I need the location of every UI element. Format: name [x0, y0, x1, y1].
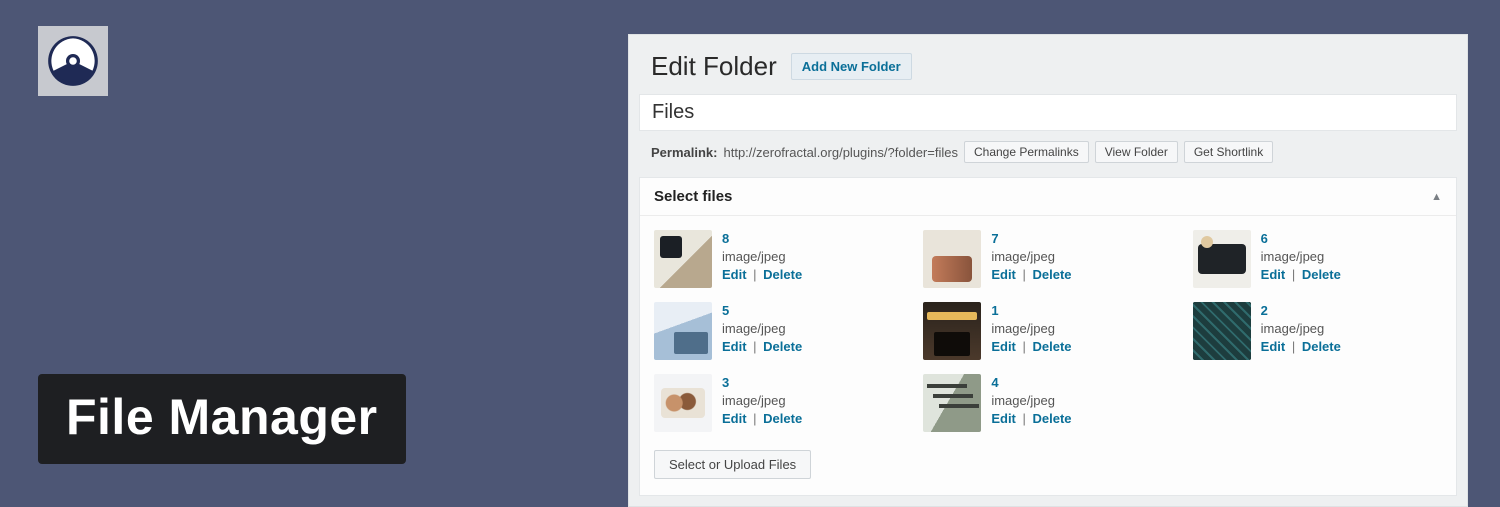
files-grid: 8image/jpegEdit | Delete7image/jpegEdit …	[640, 216, 1456, 440]
file-edit-link[interactable]: Edit	[991, 267, 1016, 282]
permalink-row: Permalink: http://zerofractal.org/plugin…	[629, 131, 1467, 177]
file-type: image/jpeg	[991, 320, 1071, 338]
file-meta: 6image/jpegEdit | Delete	[1261, 230, 1341, 285]
file-edit-link[interactable]: Edit	[1261, 267, 1286, 282]
file-thumbnail[interactable]	[654, 230, 712, 288]
file-type: image/jpeg	[991, 392, 1071, 410]
view-folder-button[interactable]: View Folder	[1095, 141, 1178, 163]
metabox-header[interactable]: Select files ▲	[640, 178, 1456, 216]
metabox-title: Select files	[654, 188, 732, 205]
file-name[interactable]: 8	[722, 230, 802, 248]
file-item: 7image/jpegEdit | Delete	[923, 230, 1172, 288]
file-delete-link[interactable]: Delete	[1302, 339, 1341, 354]
metabox-toggle-icon[interactable]: ▲	[1431, 191, 1442, 203]
file-name[interactable]: 2	[1261, 302, 1341, 320]
file-thumbnail[interactable]	[654, 374, 712, 432]
file-ops: Edit | Delete	[722, 338, 802, 356]
get-shortlink-button[interactable]: Get Shortlink	[1184, 141, 1273, 163]
file-item: 1image/jpegEdit | Delete	[923, 302, 1172, 360]
file-ops: Edit | Delete	[991, 410, 1071, 428]
file-type: image/jpeg	[722, 320, 802, 338]
select-files-metabox: Select files ▲ 8image/jpegEdit | Delete7…	[639, 177, 1457, 496]
ops-separator: |	[750, 339, 761, 354]
logo-icon	[46, 34, 100, 88]
file-item: 2image/jpegEdit | Delete	[1193, 302, 1442, 360]
file-item: 3image/jpegEdit | Delete	[654, 374, 903, 432]
file-meta: 1image/jpegEdit | Delete	[991, 302, 1071, 357]
permalink-url: http://zerofractal.org/plugins/?folder=f…	[723, 145, 958, 160]
file-meta: 2image/jpegEdit | Delete	[1261, 302, 1341, 357]
add-new-folder-button[interactable]: Add New Folder	[791, 53, 912, 80]
plugin-logo	[38, 26, 108, 96]
file-name[interactable]: 6	[1261, 230, 1341, 248]
page-title: File Manager	[38, 374, 406, 464]
ops-separator: |	[750, 411, 761, 426]
file-type: image/jpeg	[722, 248, 802, 266]
file-meta: 3image/jpegEdit | Delete	[722, 374, 802, 429]
file-type: image/jpeg	[991, 248, 1071, 266]
file-edit-link[interactable]: Edit	[991, 339, 1016, 354]
file-thumbnail[interactable]	[654, 302, 712, 360]
file-meta: 5image/jpegEdit | Delete	[722, 302, 802, 357]
file-type: image/jpeg	[1261, 320, 1341, 338]
ops-separator: |	[750, 267, 761, 282]
file-meta: 8image/jpegEdit | Delete	[722, 230, 802, 285]
file-edit-link[interactable]: Edit	[991, 411, 1016, 426]
ops-separator: |	[1288, 267, 1299, 282]
file-name[interactable]: 1	[991, 302, 1071, 320]
ops-separator: |	[1019, 267, 1030, 282]
file-item: 5image/jpegEdit | Delete	[654, 302, 903, 360]
panel-header: Edit Folder Add New Folder	[629, 35, 1467, 94]
file-name[interactable]: 5	[722, 302, 802, 320]
ops-separator: |	[1019, 339, 1030, 354]
file-edit-link[interactable]: Edit	[722, 411, 747, 426]
file-delete-link[interactable]: Delete	[1302, 267, 1341, 282]
file-thumbnail[interactable]	[923, 302, 981, 360]
file-thumbnail[interactable]	[1193, 302, 1251, 360]
panel-heading: Edit Folder	[651, 51, 777, 82]
file-ops: Edit | Delete	[722, 266, 802, 284]
select-or-upload-button[interactable]: Select or Upload Files	[654, 450, 811, 479]
file-ops: Edit | Delete	[991, 338, 1071, 356]
file-name[interactable]: 3	[722, 374, 802, 392]
file-name[interactable]: 7	[991, 230, 1071, 248]
file-type: image/jpeg	[1261, 248, 1341, 266]
file-thumbnail[interactable]	[1193, 230, 1251, 288]
file-delete-link[interactable]: Delete	[763, 267, 802, 282]
file-thumbnail[interactable]	[923, 230, 981, 288]
admin-panel: Edit Folder Add New Folder Permalink: ht…	[628, 34, 1468, 507]
file-delete-link[interactable]: Delete	[1033, 267, 1072, 282]
file-item: 6image/jpegEdit | Delete	[1193, 230, 1442, 288]
change-permalinks-button[interactable]: Change Permalinks	[964, 141, 1089, 163]
file-delete-link[interactable]: Delete	[1033, 339, 1072, 354]
file-ops: Edit | Delete	[1261, 338, 1341, 356]
file-edit-link[interactable]: Edit	[1261, 339, 1286, 354]
file-delete-link[interactable]: Delete	[763, 411, 802, 426]
file-name[interactable]: 4	[991, 374, 1071, 392]
file-edit-link[interactable]: Edit	[722, 339, 747, 354]
ops-separator: |	[1288, 339, 1299, 354]
file-item: 4image/jpegEdit | Delete	[923, 374, 1172, 432]
file-ops: Edit | Delete	[722, 410, 802, 428]
file-ops: Edit | Delete	[991, 266, 1071, 284]
file-ops: Edit | Delete	[1261, 266, 1341, 284]
file-delete-link[interactable]: Delete	[763, 339, 802, 354]
file-meta: 7image/jpegEdit | Delete	[991, 230, 1071, 285]
folder-title-input[interactable]	[652, 101, 1444, 124]
folder-title-field-wrap	[639, 94, 1457, 131]
permalink-label: Permalink:	[651, 145, 717, 160]
file-thumbnail[interactable]	[923, 374, 981, 432]
metabox-footer: Select or Upload Files	[640, 440, 1456, 495]
file-type: image/jpeg	[722, 392, 802, 410]
file-meta: 4image/jpegEdit | Delete	[991, 374, 1071, 429]
file-edit-link[interactable]: Edit	[722, 267, 747, 282]
ops-separator: |	[1019, 411, 1030, 426]
file-item: 8image/jpegEdit | Delete	[654, 230, 903, 288]
file-delete-link[interactable]: Delete	[1033, 411, 1072, 426]
